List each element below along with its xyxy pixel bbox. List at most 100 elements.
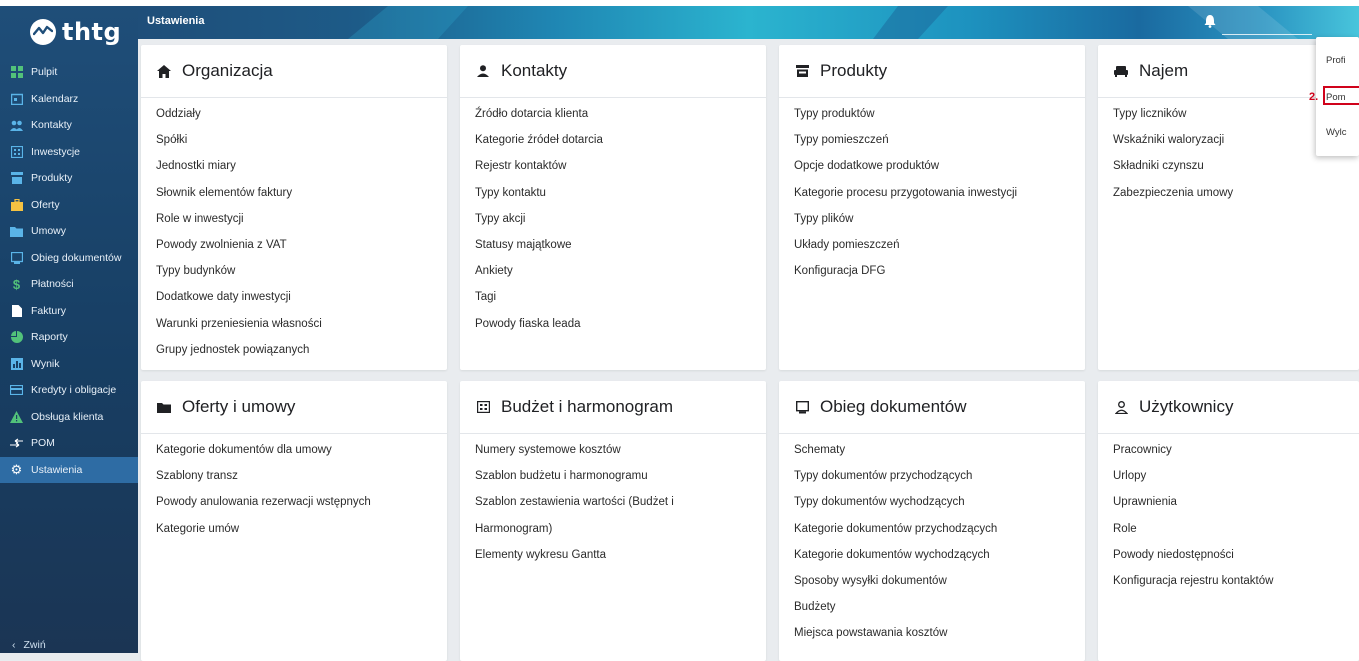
settings-link[interactable]: Szablony transz — [141, 463, 447, 489]
arrows-icon — [10, 437, 23, 450]
settings-link[interactable]: Sposoby wysyłki dokumentów — [779, 568, 1085, 594]
settings-link[interactable]: Rejestr kontaktów — [460, 153, 766, 179]
sidebar-item-inwestycje[interactable]: Inwestycje — [0, 139, 138, 166]
settings-link[interactable]: Kategorie dokumentów wychodzących — [779, 542, 1085, 568]
settings-link[interactable]: Powody zwolnienia z VAT — [141, 232, 447, 258]
settings-link[interactable]: Grupy jednostek powiązanych — [141, 337, 447, 363]
settings-link[interactable]: Role — [1098, 516, 1359, 542]
settings-link[interactable]: Warunki przeniesienia własności — [141, 311, 447, 337]
card-list: Kategorie dokumentów dla umowy Szablony t… — [141, 434, 447, 542]
sidebar-item-obsluga[interactable]: Obsługa klienta — [0, 404, 138, 431]
gear-icon: ⚙ — [10, 461, 23, 477]
bell-icon[interactable] — [1204, 14, 1216, 33]
storefront-icon — [10, 172, 23, 185]
sidebar-item-label: Produkty — [31, 172, 73, 185]
pie-chart-icon — [10, 331, 23, 344]
collapse-sidebar-button[interactable]: ‹ Zwiń — [12, 639, 46, 651]
settings-link[interactable]: Typy produktów — [779, 101, 1085, 127]
sidebar-item-produkty[interactable]: Produkty — [0, 165, 138, 192]
card-title: Kontakty — [501, 61, 568, 80]
settings-link[interactable]: Jednostki miary — [141, 153, 447, 179]
sidebar-item-faktury[interactable]: Faktury — [0, 298, 138, 325]
settings-link[interactable]: Schematy — [779, 437, 1085, 463]
settings-link[interactable]: Typy dokumentów przychodzących — [779, 463, 1085, 489]
collapse-label: Zwiń — [23, 639, 46, 651]
settings-link[interactable]: Kategorie umów — [141, 516, 447, 542]
settings-link[interactable]: Typy akcji — [460, 206, 766, 232]
settings-link[interactable]: Typy plików — [779, 206, 1085, 232]
sofa-icon — [1113, 63, 1129, 79]
sidebar-item-label: Inwestycje — [31, 145, 81, 158]
step-marker: 2. — [1309, 91, 1319, 103]
storefront-icon — [794, 63, 810, 79]
settings-link[interactable]: Typy dokumentów wychodzących — [779, 489, 1085, 515]
settings-link[interactable]: Źródło dotarcia klienta — [460, 101, 766, 127]
sidebar-item-label: Pulpit — [31, 66, 58, 79]
settings-link[interactable]: Miejsca powstawania kosztów — [779, 620, 1085, 646]
sidebar-item-wynik[interactable]: Wynik — [0, 351, 138, 378]
sidebar-item-obieg[interactable]: Obieg dokumentów — [0, 245, 138, 272]
settings-link[interactable]: Słownik elementów faktury — [141, 180, 447, 206]
settings-link[interactable]: Budżety — [779, 594, 1085, 620]
page-title: Ustawienia — [147, 15, 205, 27]
settings-link[interactable]: Kategorie dokumentów dla umowy — [141, 437, 447, 463]
settings-link[interactable]: Konfiguracja DFG — [779, 258, 1085, 284]
user-field-underline — [1222, 34, 1312, 35]
sidebar-item-label: Kontakty — [31, 119, 72, 132]
settings-link[interactable]: Numery systemowe kosztów — [460, 437, 766, 463]
step-highlight-box — [1323, 86, 1359, 105]
settings-link[interactable]: Składniki czynszu — [1098, 153, 1359, 179]
sidebar-item-platnosci[interactable]: $ Płatności — [0, 271, 138, 298]
settings-link[interactable]: Typy kontaktu — [460, 180, 766, 206]
card-list: Schematy Typy dokumentów przychodzących Ty… — [779, 434, 1085, 647]
sidebar-item-pulpit[interactable]: Pulpit — [0, 59, 138, 86]
settings-link[interactable]: Zabezpieczenia umowy — [1098, 180, 1359, 206]
dashboard-icon — [10, 66, 23, 79]
settings-link[interactable]: Dodatkowe daty inwestycji — [141, 284, 447, 310]
sidebar-item-kredyty[interactable]: Kredyty i obligacje — [0, 377, 138, 404]
dollar-icon: $ — [12, 276, 21, 292]
card-title: Najem — [1139, 61, 1189, 80]
sidebar-item-ustawienia[interactable]: ⚙ Ustawienia — [0, 456, 138, 483]
header: Ustawienia — [138, 6, 1359, 39]
sidebar-item-umowy[interactable]: Umowy — [0, 218, 138, 245]
settings-link[interactable]: Konfiguracja rejestru kontaktów — [1098, 568, 1359, 594]
settings-link[interactable]: Harmonogram) — [460, 516, 766, 542]
settings-link[interactable]: Kategorie procesu przygotowania inwestyc… — [779, 180, 1085, 206]
settings-link[interactable]: Urlopy — [1098, 463, 1359, 489]
menu-item-wyloguj[interactable]: Wylc — [1326, 127, 1347, 138]
warning-icon — [10, 410, 23, 423]
settings-link[interactable]: Powody anulowania rezerwacji wstępnych — [141, 489, 447, 515]
settings-link[interactable]: Pracownicy — [1098, 437, 1359, 463]
settings-link[interactable]: Powody fiaska leada — [460, 311, 766, 337]
settings-link[interactable]: Statusy majątkowe — [460, 232, 766, 258]
settings-link[interactable]: Typy budynków — [141, 258, 447, 284]
settings-link[interactable]: Kategorie dokumentów przychodzących — [779, 516, 1085, 542]
logo[interactable]: thtg — [30, 16, 121, 48]
credit-card-icon — [10, 384, 23, 397]
settings-link[interactable]: Układy pomieszczeń — [779, 232, 1085, 258]
menu-item-profil[interactable]: Profi — [1326, 55, 1346, 66]
sidebar-item-raporty[interactable]: Raporty — [0, 324, 138, 351]
settings-link[interactable]: Szablon budżetu i harmonogramu — [460, 463, 766, 489]
settings-link[interactable]: Elementy wykresu Gantta — [460, 542, 766, 568]
settings-link[interactable]: Tagi — [460, 284, 766, 310]
settings-link[interactable]: Ankiety — [460, 258, 766, 284]
settings-link[interactable]: Spółki — [141, 127, 447, 153]
settings-link[interactable]: Oddziały — [141, 101, 447, 127]
settings-link[interactable]: Powody niedostępności — [1098, 542, 1359, 568]
card-title: Organizacja — [182, 61, 273, 80]
sidebar-item-kalendarz[interactable]: Kalendarz — [0, 86, 138, 113]
sidebar-item-pom[interactable]: POM — [0, 430, 138, 457]
sidebar-item-kontakty[interactable]: Kontakty — [0, 112, 138, 139]
sidebar-item-oferty[interactable]: Oferty — [0, 192, 138, 219]
settings-link[interactable]: Typy pomieszczeń — [779, 127, 1085, 153]
building-icon — [475, 399, 491, 415]
settings-link[interactable]: Opcje dodatkowe produktów — [779, 153, 1085, 179]
settings-link[interactable]: Uprawnienia — [1098, 489, 1359, 515]
settings-link[interactable]: Role w inwestycji — [141, 206, 447, 232]
card-header: Użytkownicy — [1098, 381, 1359, 434]
settings-link[interactable]: Szablon zestawienia wartości (Budżet i — [460, 489, 766, 515]
person-icon — [475, 63, 491, 79]
settings-link[interactable]: Kategorie źródeł dotarcia — [460, 127, 766, 153]
